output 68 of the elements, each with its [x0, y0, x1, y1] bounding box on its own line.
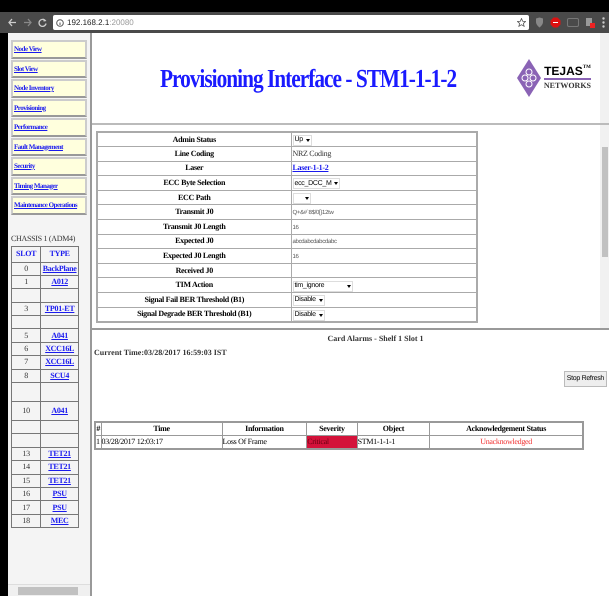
logo-subtitle: NETWORKS [544, 80, 591, 91]
logo-wordmark: TEJAS [544, 65, 583, 78]
field-label: ECC Byte Selection [97, 176, 291, 190]
field-label: Laser [97, 161, 291, 176]
field-label: Transmit J0 Length [97, 220, 291, 234]
table-cell: 0 [12, 262, 41, 276]
dropdown-arrow-icon [306, 138, 310, 142]
dropdown[interactable] [292, 193, 310, 204]
url-text: 192.168.2.1 [67, 16, 110, 28]
reload-icon[interactable] [38, 18, 47, 27]
dropdown-arrow-icon [304, 197, 308, 200]
table-cell: STM1-1-1-1 [357, 436, 430, 449]
column-header: TYPE [40, 246, 78, 262]
table-cell: 13 [12, 447, 41, 461]
stop-sign-icon[interactable] [550, 17, 561, 28]
table-cell: 17 [12, 500, 41, 514]
dropdown-arrow-icon [346, 284, 350, 288]
dropdown-arrow-icon [334, 182, 338, 186]
horizontal-scrollbar[interactable] [8, 584, 90, 596]
field-label: Transmit J0 [97, 204, 291, 220]
current-time: Current Time:03/28/2017 16:59:03 IST [94, 347, 228, 359]
table-cell: 16 [12, 487, 41, 501]
back-icon[interactable] [8, 18, 17, 27]
laser-link[interactable]: Laser-1-1-2 [292, 163, 328, 172]
column-header: SLOT [12, 246, 41, 262]
table-cell: 8 [12, 369, 41, 383]
column-header: # [95, 422, 102, 436]
extension-icon[interactable] [585, 16, 596, 28]
field-label: Expected J0 Length [97, 248, 291, 264]
table-cell: 7 [12, 356, 41, 370]
chassis-title: CHASSIS 1 (ADM4) [11, 232, 76, 244]
table-cell: 18 [12, 514, 41, 528]
field-label: Expected J0 [97, 234, 291, 249]
field-label: ECC Path [97, 190, 291, 205]
page-title: Provisioning Interface - STM1-1-1-2 [158, 62, 458, 95]
vertical-scrollbar[interactable] [600, 125, 609, 328]
severity-cell: Critical [306, 436, 358, 449]
table-cell: 5 [12, 328, 41, 342]
table-cell: 6 [12, 342, 41, 356]
star-icon[interactable] [517, 18, 526, 27]
diamond-knot-icon [516, 58, 542, 98]
shield-icon[interactable] [535, 17, 544, 28]
column-header: Information [222, 422, 307, 436]
field-label: Admin Status [97, 132, 291, 147]
field-label: Signal Fail BER Threshold (B1) [97, 292, 291, 308]
alarms-title: Card Alarms - Shelf 1 Slot 1 [326, 333, 424, 345]
dropdown-arrow-icon [318, 299, 323, 302]
field-label: TIM Action [97, 278, 291, 293]
hd-icon[interactable] [567, 18, 579, 27]
field-label: Received J0 [97, 263, 291, 278]
field-label: Line Coding [97, 146, 291, 162]
field-value: NRZ Coding [292, 148, 332, 158]
info-icon [56, 18, 64, 26]
dropdown-arrow-icon [318, 314, 323, 317]
column-header: Time [101, 422, 222, 436]
table-cell: 14 [12, 460, 41, 474]
table-cell: 1 [12, 275, 41, 289]
url-port: :20080 [109, 16, 134, 28]
table-cell: 10 [12, 402, 41, 421]
address-bar[interactable]: 192.168.2.1:20080 [53, 15, 529, 30]
forward-icon[interactable] [23, 18, 32, 27]
table-cell: 15 [12, 474, 41, 488]
table-cell: 3 [12, 302, 41, 316]
menu-icon[interactable] [602, 17, 605, 28]
table-cell: 03/28/2017 12:03:17 [101, 436, 222, 449]
column-header: Object [357, 422, 430, 436]
table-cell: 1 [95, 436, 102, 449]
vertical-scrollbar[interactable] [600, 33, 609, 123]
